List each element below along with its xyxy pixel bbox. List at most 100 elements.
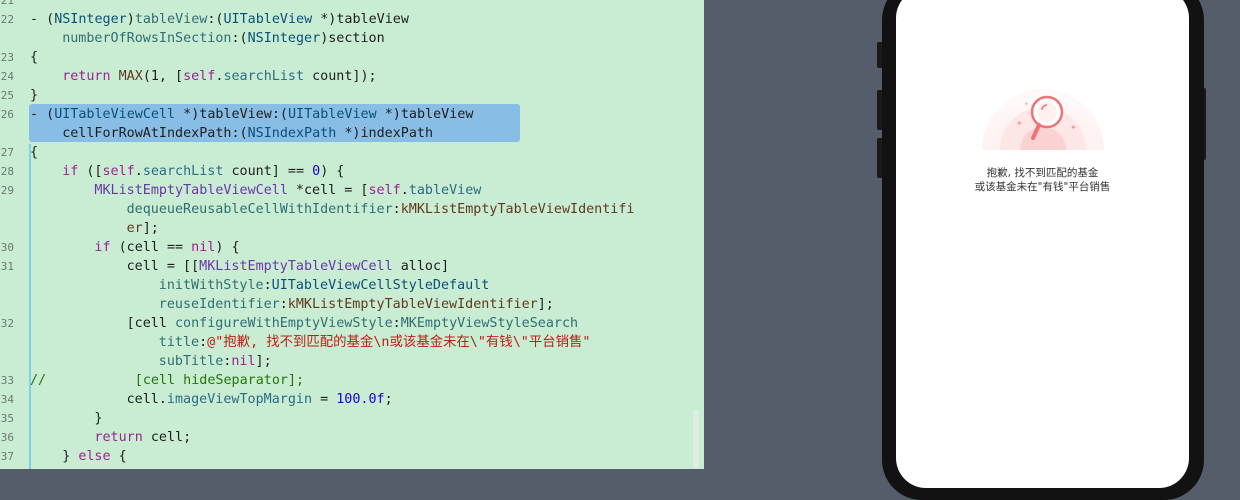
code-token: title — [158, 335, 200, 350]
code-line[interactable]: dequeueReusableCellWithIdentifier:kMKLis… — [0, 200, 700, 219]
code-token: ]; — [142, 221, 159, 236]
empty-state-title-line1: 抱歉, 找不到匹配的基金 — [986, 167, 1099, 179]
code-token: ([ — [78, 164, 103, 179]
code-line[interactable]: 29 MKListEmptyTableViewCell *cell = [self… — [0, 181, 700, 200]
code-token: MKListEmptyTableViewCell — [94, 183, 288, 198]
code-line[interactable]: initWithStyle:UITableViewCellStyleDefaul… — [0, 276, 700, 295]
code-token: return — [94, 430, 143, 445]
code-line[interactable]: title:@"抱歉, 找不到匹配的基金\n或该基金未在\"有钱\"平台销售" — [0, 333, 700, 352]
code-token: (1, [ — [142, 69, 184, 84]
code-token: alloc] — [392, 259, 450, 274]
code-token: nil — [191, 240, 216, 255]
code-line[interactable]: 37} else { — [0, 447, 700, 466]
code-token: { — [30, 50, 39, 65]
code-token: subTitle — [158, 354, 224, 369]
code-token: self — [368, 183, 401, 198]
code-token: configureWithEmptyViewStyle — [174, 316, 393, 331]
code-text: return MAX(1, [self.searchList count]); — [62, 67, 376, 86]
code-token: tableView — [408, 183, 482, 198]
code-token: NSInteger — [247, 31, 321, 46]
empty-state-title-line2: 或该基金未在"有钱"平台销售 — [974, 181, 1111, 193]
line-number: 35 — [0, 412, 14, 425]
code-text: [cell configureWithEmptyViewStyle:MKEmpt… — [127, 314, 578, 333]
code-token: = — [312, 392, 337, 407]
code-token: cell = [[ — [126, 259, 200, 274]
simulator-screen[interactable]: ✦ ✦ ✦ 抱歉, 找不到匹配的基金 或该基金未在"有钱"平台销售 — [896, 0, 1189, 488]
code-line[interactable]: 26 - (UITableViewCell *)tableView:(UITabl… — [0, 105, 700, 124]
code-token: else — [78, 449, 111, 464]
code-line[interactable]: 32 [cell configureWithEmptyViewStyle:MKEm… — [0, 314, 700, 333]
code-line[interactable]: 34 cell.imageViewTopMargin = 100.0f; — [0, 390, 700, 409]
line-number: 23 — [0, 51, 14, 64]
code-line[interactable]: 25} — [0, 86, 700, 105]
svg-text:✦: ✦ — [1024, 101, 1029, 108]
line-number: 28 — [0, 165, 14, 178]
code-token: *cell = [ — [287, 183, 369, 198]
code-token: NSIndexPath — [247, 126, 337, 141]
code-text: - (UITableViewCell *)tableView:(UITableV… — [30, 105, 473, 124]
code-token: er — [126, 221, 143, 236]
code-line[interactable]: reuseIdentifier:kMKListEmptyTableViewIde… — [0, 295, 700, 314]
code-token: *)tableView — [312, 12, 409, 27]
code-token: :( — [207, 12, 224, 27]
code-token: } — [62, 449, 79, 464]
code-text: dequeueReusableCellWithIdentifier:kMKLis… — [127, 200, 635, 219]
code-token: : — [199, 335, 208, 350]
code-line[interactable]: numberOfRowsInSection:(NSInteger)section — [0, 29, 700, 48]
code-text: // [cell hideSeparator]; — [30, 371, 304, 390]
code-text: - (NSInteger)tableView:(UITableView *)ta… — [30, 10, 409, 29]
line-number: 26 — [0, 108, 14, 121]
code-token: *)tableView — [376, 107, 474, 122]
code-line[interactable]: er]; — [0, 219, 700, 238]
code-token: 100.0f — [336, 392, 385, 407]
code-editor[interactable]: 21 22 - (NSInteger)tableView:(UITableView … — [0, 0, 704, 469]
code-token: )section — [320, 31, 385, 46]
code-line[interactable]: 31 cell = [[MKListEmptyTableViewCell allo… — [0, 257, 700, 276]
code-text: subTitle:nil]; — [159, 352, 272, 371]
code-token: count]); — [304, 69, 377, 84]
code-token: if — [62, 164, 79, 179]
svg-text:✦: ✦ — [1016, 119, 1023, 128]
code-token: : — [263, 278, 272, 293]
code-token: MAX — [118, 69, 143, 84]
line-number: 21 — [0, 0, 14, 7]
code-line[interactable]: 22 - (NSInteger)tableView:(UITableView *)… — [0, 10, 700, 29]
code-text: MKListEmptyTableViewCell *cell = [self.t… — [94, 181, 481, 200]
code-token: // [cell hideSeparator]; — [30, 373, 305, 388]
code-token: ]; — [255, 354, 272, 369]
code-line[interactable]: 33 // [cell hideSeparator]; — [0, 371, 700, 390]
code-token: : — [279, 297, 288, 312]
code-line[interactable]: 21 — [0, 0, 700, 10]
line-number: 34 — [0, 393, 14, 406]
line-number: 29 — [0, 184, 14, 197]
code-token: cellForRowAtIndexPath:( — [62, 126, 248, 141]
code-token: @"抱歉, 找不到匹配的基金\n或该基金未在\"有钱\"平台销售" — [207, 335, 591, 350]
code-token: UITableViewCell — [54, 107, 176, 122]
code-token: : — [392, 316, 401, 331]
code-token: MKListEmptyTableViewCell — [199, 259, 393, 274]
code-token: searchList — [142, 164, 224, 179]
code-text: cell = [[MKListEmptyTableViewCell alloc] — [127, 257, 449, 276]
code-line[interactable]: 27 { — [0, 143, 700, 162]
code-token: self — [102, 164, 135, 179]
code-text: cellForRowAtIndexPath:(NSIndexPath *)ind… — [62, 124, 433, 143]
code-token: imageViewTopMargin — [166, 392, 313, 407]
code-line[interactable]: 24 return MAX(1, [self.searchList count])… — [0, 67, 700, 86]
code-line[interactable]: 30 if (cell == nil) { — [0, 238, 700, 257]
code-line[interactable]: subTitle:nil]; — [0, 352, 700, 371]
line-number: 24 — [0, 70, 14, 83]
code-line[interactable]: 35} — [0, 409, 700, 428]
line-number: 27 — [0, 146, 14, 159]
line-number: 36 — [0, 431, 14, 444]
code-line[interactable]: 36 return cell; — [0, 428, 700, 447]
code-text: } else { — [62, 447, 127, 466]
code-line[interactable]: cellForRowAtIndexPath:(NSIndexPath *)ind… — [0, 124, 700, 143]
editor-scrollbar[interactable] — [693, 410, 699, 469]
code-line[interactable]: 23 { — [0, 48, 700, 67]
code-token: reuseIdentifier — [158, 297, 280, 312]
code-text: { — [30, 48, 38, 67]
code-token: MKEmptyViewStyleSearch — [400, 316, 579, 331]
code-token: :( — [231, 31, 248, 46]
code-token: *)indexPath — [336, 126, 434, 141]
code-line[interactable]: 28 if ([self.searchList count] == 0) { — [0, 162, 700, 181]
